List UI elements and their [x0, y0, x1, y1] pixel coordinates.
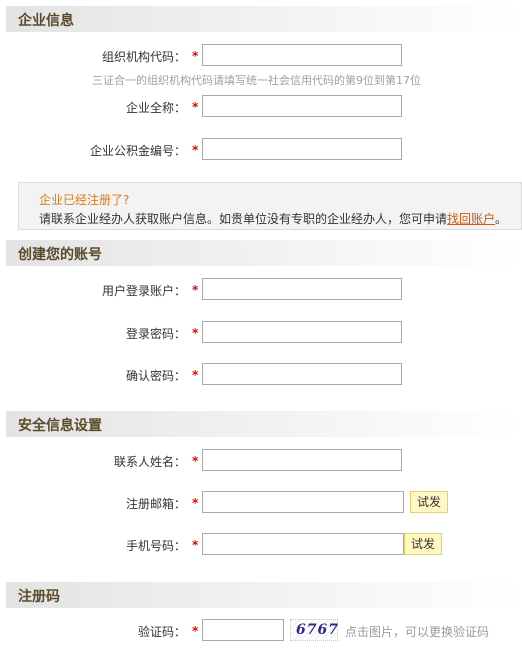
required-mark: *	[192, 100, 199, 114]
email-input[interactable]	[202, 491, 404, 513]
login-account-row: 用户登录账户： *	[0, 278, 522, 302]
phone-input[interactable]	[202, 533, 404, 555]
notice-message: 请联系企业经办人获取账户信息。如贵单位没有专职的企业经办人，您可申请找回账户。	[39, 210, 507, 227]
contact-name-label: 联系人姓名：	[113, 455, 186, 469]
section-header-account: 创建您的账号	[6, 240, 522, 266]
section-title-account: 创建您的账号	[18, 247, 102, 263]
required-mark: *	[192, 326, 199, 340]
email-send-button[interactable]: 试发	[410, 491, 448, 513]
captcha-text: 6767	[296, 622, 339, 638]
phone-label: 手机号码：	[125, 539, 186, 553]
confirm-password-input[interactable]	[202, 363, 402, 385]
required-mark: *	[192, 368, 199, 382]
notice-question: 企业已经注册了?	[39, 193, 130, 207]
notice-message-text: 请联系企业经办人获取账户信息。如贵单位没有专职的企业经办人，您可申请	[39, 212, 448, 226]
fund-number-label: 企业公积金编号：	[89, 144, 186, 158]
company-name-row: 企业全称： *	[0, 95, 522, 119]
confirm-password-label: 确认密码：	[125, 369, 186, 383]
org-code-hint: 三证合一的组织机构代码请填写统一社会信用代码的第9位到第17位	[92, 74, 421, 87]
org-code-label: 组织机构代码：	[101, 50, 186, 64]
confirm-password-row: 确认密码： *	[0, 363, 522, 387]
captcha-image[interactable]: 6767	[290, 619, 338, 641]
login-account-label: 用户登录账户：	[101, 284, 186, 298]
required-mark: *	[192, 538, 199, 552]
email-label: 注册邮箱：	[125, 497, 186, 511]
section-header-regcode: 注册码	[6, 582, 522, 608]
captcha-hint: 点击图片，可以更换验证码	[345, 625, 490, 639]
company-name-input[interactable]	[202, 95, 402, 117]
company-name-label: 企业全称：	[125, 101, 186, 115]
required-mark: *	[192, 283, 199, 297]
verify-code-row: 验证码： * 6767 点击图片，可以更换验证码	[0, 619, 522, 643]
phone-row: 手机号码： * 试发	[0, 533, 522, 557]
contact-name-input[interactable]	[202, 449, 402, 471]
section-title-regcode: 注册码	[18, 589, 60, 605]
login-account-input[interactable]	[202, 278, 402, 300]
section-header-security: 安全信息设置	[6, 411, 522, 437]
section-header-company: 企业信息	[6, 6, 522, 32]
verify-code-input[interactable]	[202, 619, 284, 641]
email-row: 注册邮箱： * 试发	[0, 491, 522, 515]
contact-name-row: 联系人姓名： *	[0, 449, 522, 473]
login-password-input[interactable]	[202, 321, 402, 343]
already-registered-notice: 企业已经注册了? 请联系企业经办人获取账户信息。如贵单位没有专职的企业经办人，您…	[18, 182, 522, 230]
section-title-company: 企业信息	[18, 13, 74, 29]
org-code-row: 组织机构代码： *	[0, 44, 522, 68]
required-mark: *	[192, 49, 199, 63]
notice-message-tail: 。	[495, 212, 508, 226]
verify-code-label: 验证码：	[137, 625, 186, 639]
required-mark: *	[192, 143, 199, 157]
org-code-input[interactable]	[202, 44, 402, 66]
required-mark: *	[192, 624, 199, 638]
required-mark: *	[192, 454, 199, 468]
required-mark: *	[192, 496, 199, 510]
phone-send-button[interactable]: 试发	[404, 533, 442, 555]
section-title-security: 安全信息设置	[18, 418, 102, 434]
fund-number-row: 企业公积金编号： *	[0, 138, 522, 162]
fund-number-input[interactable]	[202, 138, 402, 160]
login-password-label: 登录密码：	[125, 327, 186, 341]
login-password-row: 登录密码： *	[0, 321, 522, 345]
recover-account-link[interactable]: 找回账户	[447, 212, 495, 226]
